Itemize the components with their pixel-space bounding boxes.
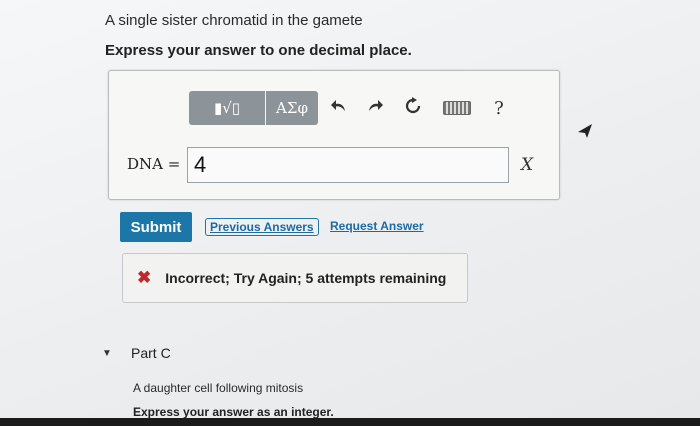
question-text: A single sister chromatid in the gamete <box>105 12 363 29</box>
previous-answers-link[interactable]: Previous Answers <box>205 218 319 236</box>
feedback-box: ✖ Incorrect; Try Again; 5 attempts remai… <box>122 253 468 303</box>
part-title[interactable]: Part C <box>131 345 171 361</box>
help-icon: ? <box>494 97 504 119</box>
keyboard-icon <box>443 101 471 115</box>
submit-button[interactable]: Submit <box>120 212 192 242</box>
part-instruction: Express your answer as an integer. <box>133 405 334 419</box>
undo-icon <box>330 98 348 119</box>
redo-button[interactable] <box>361 91 389 125</box>
bottom-edge-bar <box>0 418 700 426</box>
greek-symbols-button[interactable]: ΑΣφ <box>266 91 318 125</box>
instruction-text: Express your answer to one decimal place… <box>105 42 412 59</box>
reset-icon <box>404 96 422 120</box>
answer-box: ▮√▯ ΑΣφ ? DNA = 4 X <box>108 70 560 200</box>
math-toolbar: ▮√▯ ΑΣφ ? <box>189 91 519 125</box>
incorrect-icon: ✖ <box>137 268 152 287</box>
mouse-cursor-icon <box>578 124 592 145</box>
greek-symbols-label: ΑΣφ <box>276 99 308 117</box>
variable-label: DNA = <box>127 155 181 173</box>
help-button[interactable]: ? <box>485 91 513 125</box>
templates-icon: ▮√▯ <box>213 99 241 117</box>
feedback-text: Incorrect; Try Again; 5 attempts remaini… <box>165 270 447 286</box>
reset-button[interactable] <box>399 91 427 125</box>
keyboard-button[interactable] <box>437 91 477 125</box>
units-label: X <box>521 155 534 175</box>
redo-icon <box>366 98 384 119</box>
part-question: A daughter cell following mitosis <box>133 381 304 395</box>
templates-button[interactable]: ▮√▯ <box>189 91 265 125</box>
collapse-toggle-icon[interactable]: ▼ <box>102 348 112 359</box>
answer-input[interactable]: 4 <box>187 147 509 183</box>
request-answer-link[interactable]: Request Answer <box>330 219 424 233</box>
undo-button[interactable] <box>325 91 353 125</box>
